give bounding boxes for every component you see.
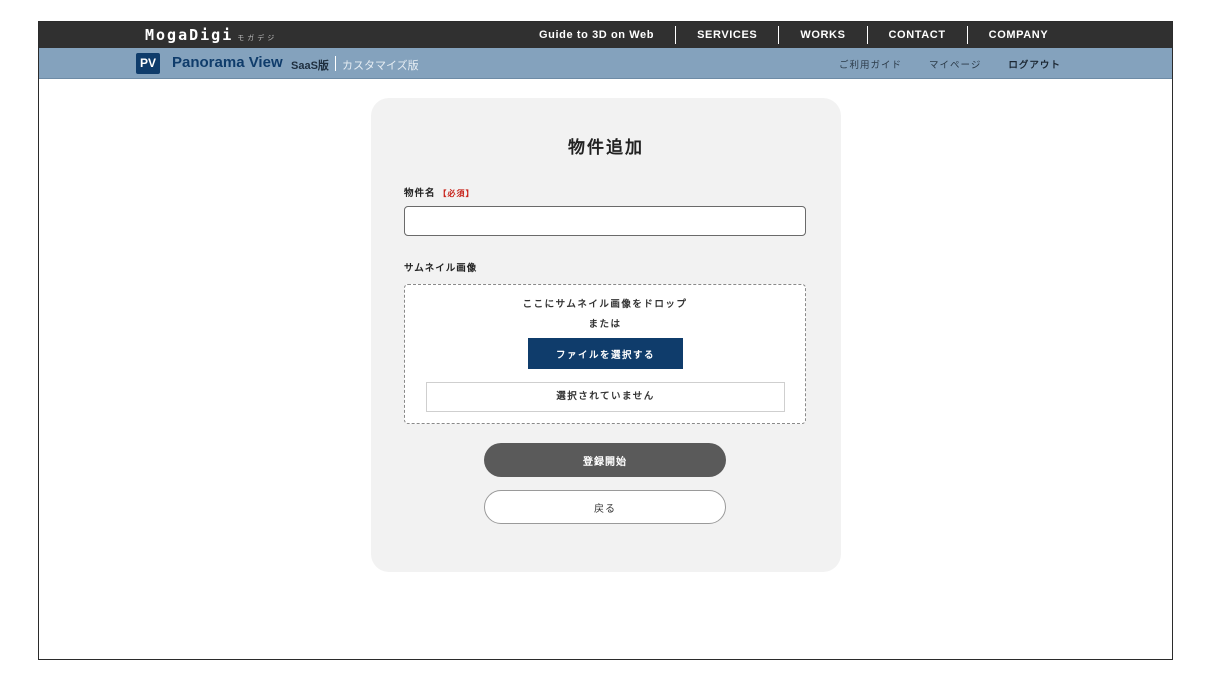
nav-works[interactable]: WORKS (778, 26, 866, 44)
brand-logo[interactable]: MogaDigi モガデジ (145, 26, 277, 44)
edition-custom[interactable]: カスタマイズ版 (342, 57, 419, 73)
brand-name: MogaDigi (145, 26, 234, 44)
property-name-input[interactable] (404, 206, 806, 236)
nav-user-guide[interactable]: ご利用ガイド (839, 57, 902, 71)
edition-saas: SaaS版 (291, 60, 329, 72)
product-title[interactable]: Panorama View (172, 54, 283, 71)
required-badge: 【必須】 (438, 189, 475, 198)
nav-company[interactable]: COMPANY (966, 26, 1070, 44)
page-title: 物件追加 (568, 138, 644, 158)
nav-guide[interactable]: Guide to 3D on Web (529, 26, 675, 44)
main-nav: Guide to 3D on Web SERVICES WORKS CONTAC… (529, 22, 1069, 48)
app-window: MogaDigi モガデジ Guide to 3D on Web SERVICE… (38, 21, 1173, 660)
account-nav: ご利用ガイド マイページ ログアウト (839, 48, 1088, 79)
nav-contact[interactable]: CONTACT (866, 26, 967, 44)
pv-badge-icon[interactable]: PV (136, 53, 160, 74)
brand-subtitle: モガデジ (237, 34, 278, 42)
edition-divider (335, 56, 336, 71)
file-status: 選択されていません (426, 382, 785, 412)
add-property-card: 物件追加 物件名 【必須】 サムネイル画像 ここにサムネイル画像をドロップ または… (371, 98, 841, 572)
top-navigation-bar: MogaDigi モガデジ Guide to 3D on Web SERVICE… (39, 22, 1172, 48)
select-file-button[interactable]: ファイルを選択する (528, 338, 683, 369)
product-bar: PV Panorama View SaaS版 カスタマイズ版 ご利用ガイド マイ… (39, 48, 1172, 79)
nav-services[interactable]: SERVICES (675, 26, 778, 44)
nav-mypage[interactable]: マイページ (929, 57, 981, 71)
property-name-label-text: 物件名 (404, 188, 436, 199)
dropzone-instruction: ここにサムネイル画像をドロップ (522, 299, 688, 310)
register-start-button[interactable]: 登録開始 (484, 443, 726, 477)
nav-logout[interactable]: ログアウト (1008, 57, 1061, 71)
dropzone-or: または (588, 319, 622, 330)
property-name-label: 物件名 【必須】 (404, 185, 475, 199)
back-button[interactable]: 戻る (484, 490, 726, 524)
thumbnail-label: サムネイル画像 (404, 263, 478, 274)
thumbnail-dropzone[interactable]: ここにサムネイル画像をドロップ または ファイルを選択する 選択されていません (404, 284, 806, 424)
